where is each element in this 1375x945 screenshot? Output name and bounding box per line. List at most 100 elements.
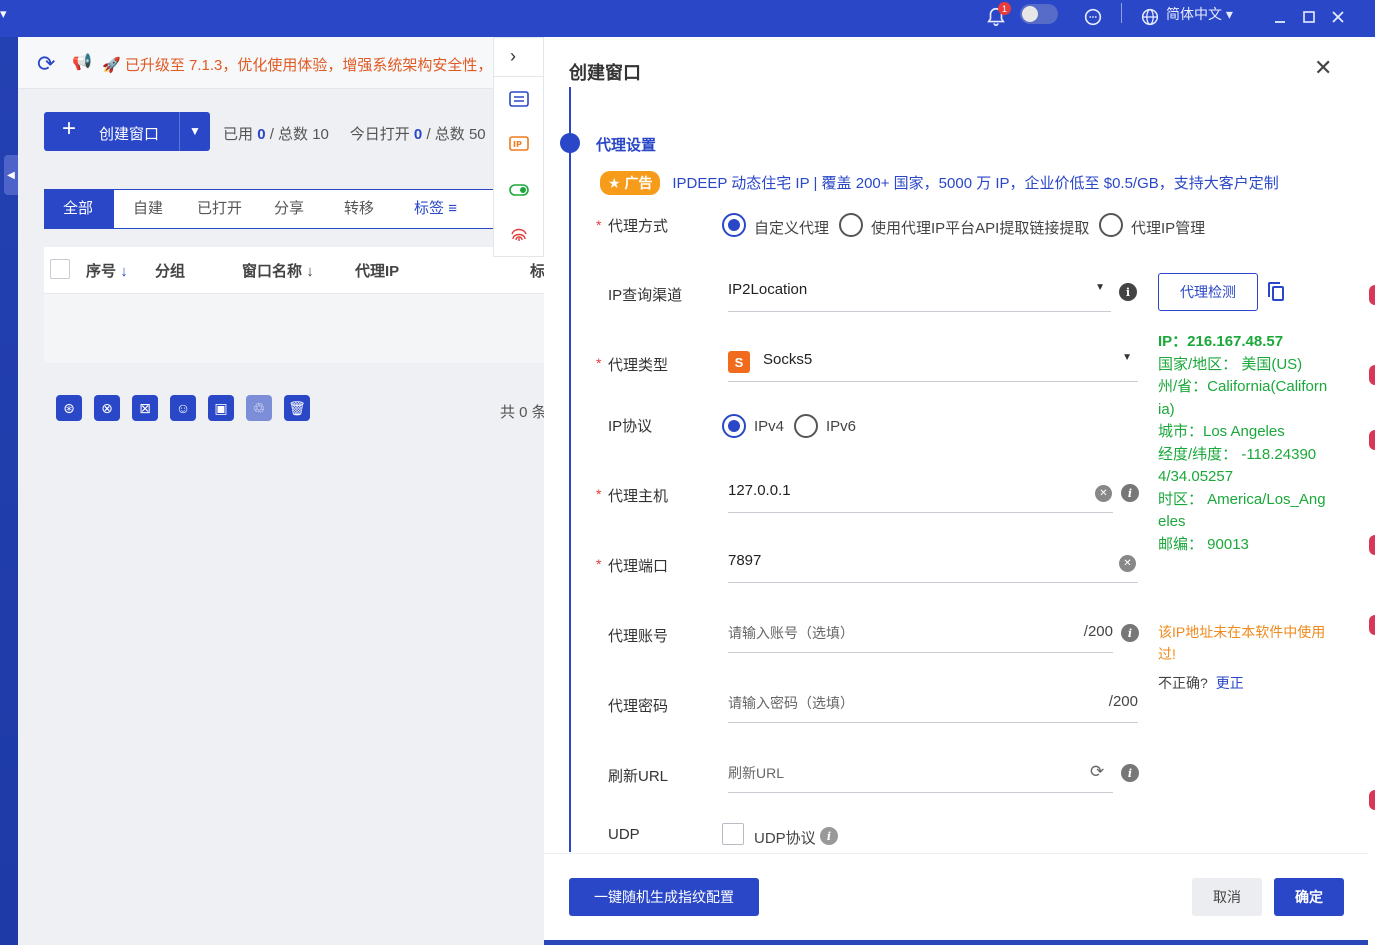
- ip-info-panel: IP：216.167.48.57 国家/地区： 美国(US) 州/省：Calif…: [1158, 331, 1328, 556]
- refresh-icon[interactable]: ⟳: [37, 51, 55, 77]
- ad-badge: ★ 广告: [600, 171, 661, 195]
- title-bar: ▾ 1 简体中文 ▾: [0, 0, 1375, 37]
- proxy-host-input[interactable]: 127.0.0.1: [728, 473, 1113, 513]
- radio-api-extract[interactable]: [839, 213, 863, 237]
- close-circle-icon[interactable]: ⊗: [94, 395, 120, 421]
- total-count: 共 0 条: [500, 404, 547, 421]
- clear-icon[interactable]: ✕: [1095, 485, 1112, 502]
- tab-transfer[interactable]: 转移: [326, 190, 392, 228]
- dialog-title: 创建窗口: [569, 63, 641, 83]
- edge-decoration: [1369, 615, 1375, 635]
- account-placeholder: 请输入账号（选填）: [728, 625, 854, 641]
- api-extract-label: 使用代理IP平台API提取链接提取: [871, 220, 1090, 237]
- refresh-url-label: 刷新URL: [608, 768, 669, 785]
- info-icon[interactable]: i: [1121, 764, 1139, 782]
- used-value: 0: [257, 126, 266, 143]
- menu-caret[interactable]: ▾: [0, 6, 7, 22]
- col-window-name[interactable]: 窗口名称 ↓: [242, 260, 314, 281]
- ip-state: 州/省：California(California): [1158, 378, 1328, 418]
- robot-icon[interactable]: ☺: [170, 395, 196, 421]
- proxy-port-input[interactable]: 7897: [728, 543, 1138, 583]
- maximize-icon[interactable]: [1296, 4, 1322, 30]
- tab-shared[interactable]: 分享: [256, 190, 322, 228]
- proxy-account-label: 代理账号: [608, 628, 669, 645]
- language-selector[interactable]: 简体中文 ▾: [1166, 4, 1233, 24]
- proxy-port-value: 7897: [728, 552, 762, 569]
- proxy-account-input[interactable]: 请输入账号（选填） /200: [728, 613, 1113, 653]
- col-index[interactable]: 序号 ↓: [86, 260, 128, 281]
- account-char-count: /200: [1083, 623, 1113, 640]
- ad-banner[interactable]: ★ 广告 IPDEEP 动态住宅 IP | 覆盖 200+ 国家，5000 万 …: [600, 171, 1279, 195]
- correct-link[interactable]: 更正: [1216, 675, 1244, 691]
- tab-opened[interactable]: 已打开: [179, 190, 260, 228]
- cancel-button[interactable]: 取消: [1192, 878, 1262, 916]
- refresh-icon[interactable]: ⟳: [1090, 762, 1104, 782]
- theme-toggle[interactable]: [1020, 4, 1058, 24]
- udp-checkbox[interactable]: [722, 823, 744, 845]
- trash-icon[interactable]: 🗑: [284, 395, 310, 421]
- info-icon[interactable]: i: [820, 827, 838, 845]
- open-browser-icon[interactable]: ⊛: [56, 395, 82, 421]
- proxy-host-value: 127.0.0.1: [728, 482, 791, 499]
- edge-decoration: [1369, 365, 1375, 385]
- refresh-url-input[interactable]: 刷新URL: [728, 753, 1113, 793]
- today-value: 0: [413, 126, 423, 143]
- ipv4-label: IPv4: [754, 418, 785, 435]
- ad-text: IPDEEP 动态住宅 IP | 覆盖 200+ 国家，5000 万 IP，企业…: [672, 175, 1279, 192]
- ad-badge-label: 广告: [624, 175, 653, 191]
- support-icon[interactable]: [1080, 4, 1106, 30]
- sidebar-expand-tab[interactable]: ◀: [4, 155, 18, 195]
- toggle-icon[interactable]: [508, 180, 530, 200]
- select-all-checkbox[interactable]: [50, 259, 70, 279]
- dialog-footer: 一键随机生成指纹配置 取消 确定: [544, 853, 1368, 940]
- ip-coords: 经度/纬度： -118.243904/34.05257: [1158, 445, 1317, 486]
- required-mark: *: [596, 556, 602, 572]
- confirm-button[interactable]: 确定: [1274, 878, 1344, 916]
- info-icon[interactable]: i: [1119, 283, 1137, 301]
- close-window-icon[interactable]: [1325, 4, 1351, 30]
- caret-down-icon[interactable]: ▼: [189, 124, 201, 138]
- ip-icon[interactable]: IP: [508, 135, 530, 155]
- bell-icon[interactable]: 1: [983, 2, 1011, 30]
- refresh-url-placeholder: 刷新URL: [728, 765, 785, 781]
- chevron-right-icon[interactable]: ›: [510, 46, 516, 67]
- proxy-password-input[interactable]: 请输入密码（选填） /200: [728, 683, 1138, 723]
- ip-query-value: IP2Location: [728, 281, 808, 298]
- tab-all[interactable]: 全部: [45, 190, 114, 228]
- proxy-type-label: 代理类型: [608, 357, 669, 374]
- notification-badge: 1: [998, 2, 1011, 15]
- transfer-icon[interactable]: [508, 90, 530, 110]
- radio-custom-proxy[interactable]: [722, 213, 746, 237]
- proxy-detect-button[interactable]: 代理检测: [1158, 273, 1258, 311]
- radio-ipv6[interactable]: [794, 414, 818, 438]
- minimize-icon[interactable]: [1267, 4, 1293, 30]
- caret-down-icon: ▼: [1122, 352, 1132, 363]
- globe-icon[interactable]: [1137, 4, 1163, 30]
- section-title: 代理设置: [596, 137, 657, 154]
- close-square-icon[interactable]: ⊠: [132, 395, 158, 421]
- notice-bar: ⟳ 📢 🚀 已升级至 7.1.3，优化使用体验，增强系统架构安全性，: [18, 37, 544, 89]
- tab-tags-label: 标签: [414, 200, 445, 217]
- create-window-button[interactable]: + 创建窗口 ▼: [44, 112, 210, 151]
- random-fingerprint-button[interactable]: 一键随机生成指纹配置: [569, 878, 759, 916]
- info-icon[interactable]: i: [1121, 624, 1139, 642]
- radio-ip-management[interactable]: [1099, 213, 1123, 237]
- notice-message: 🚀 已升级至 7.1.3，优化使用体验，增强系统架构安全性，: [102, 57, 493, 74]
- usage-stats: 已用 0 / 总数 10 今日打开 0 / 总数 50: [223, 123, 486, 144]
- ip-timezone: 时区： America/Los_Angeles: [1158, 490, 1326, 531]
- window-icon[interactable]: ▣: [208, 395, 234, 421]
- ip-query-select[interactable]: IP2Location ▼: [728, 272, 1111, 312]
- copy-icon[interactable]: [1268, 282, 1286, 302]
- fingerprint-icon[interactable]: [508, 225, 530, 245]
- info-icon[interactable]: i: [1121, 484, 1139, 502]
- clear-icon[interactable]: ✕: [1119, 555, 1136, 572]
- proxy-type-select[interactable]: S Socks5 ▼: [728, 342, 1138, 382]
- used-label: 已用: [223, 126, 254, 143]
- close-icon[interactable]: ✕: [1314, 55, 1332, 81]
- proxy-port-label: 代理端口: [608, 558, 669, 575]
- radio-ipv4[interactable]: [722, 414, 746, 438]
- tab-tags[interactable]: 标签 ≡: [396, 190, 475, 228]
- tab-self-built[interactable]: 自建: [115, 190, 181, 228]
- sort-arrow-icon: ↓: [306, 263, 314, 280]
- recycle-icon[interactable]: ♲: [246, 395, 272, 421]
